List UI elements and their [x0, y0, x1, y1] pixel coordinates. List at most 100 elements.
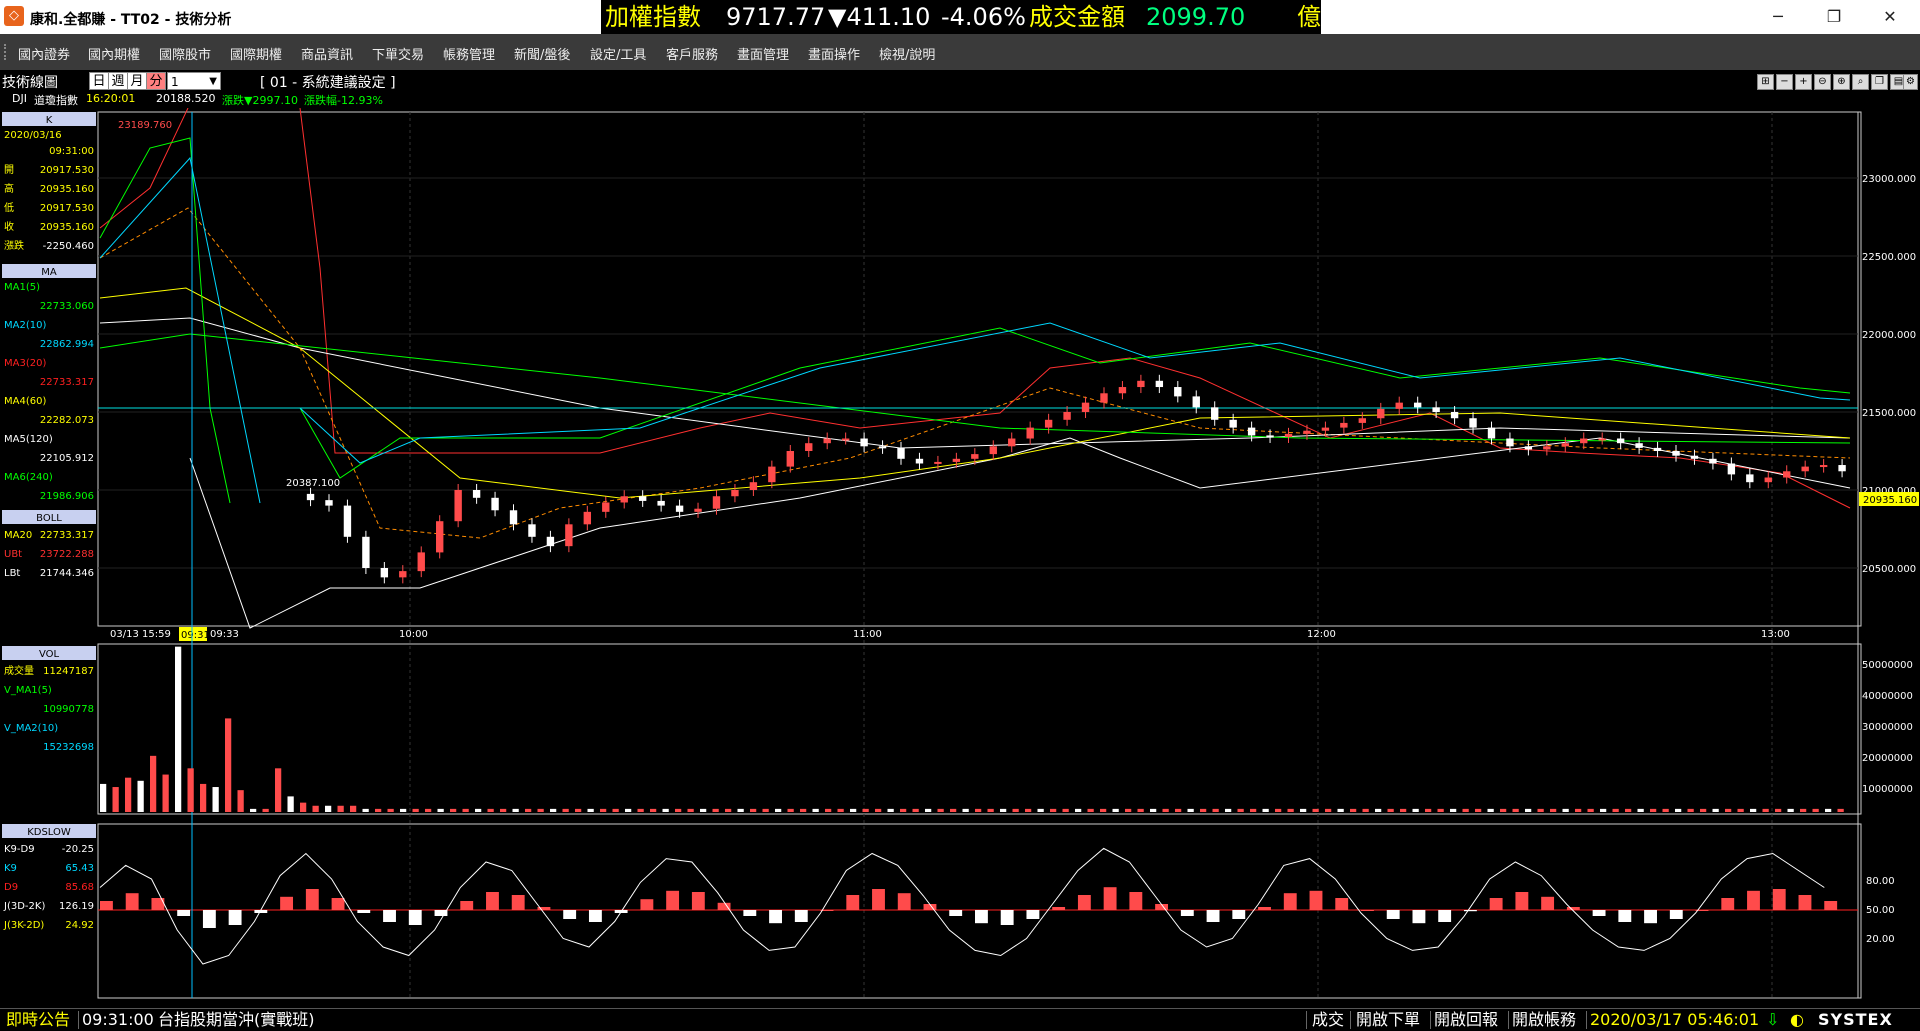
- candle: [1709, 458, 1717, 464]
- time-tick: 09:33: [210, 629, 239, 640]
- menu-item-domestic-futures[interactable]: 國內期權: [88, 44, 140, 63]
- zoom-out-icon[interactable]: ⊖: [1814, 74, 1831, 90]
- plus-icon[interactable]: +: [1795, 74, 1812, 90]
- volume-bar: [1700, 808, 1707, 812]
- trade-button[interactable]: 成交: [1312, 1009, 1344, 1031]
- candle: [989, 446, 997, 455]
- help-icon[interactable]: ◐: [1790, 1009, 1804, 1031]
- price-grid: [98, 177, 1858, 569]
- volume-bar: [800, 808, 807, 812]
- maximize-button[interactable]: ❐: [1806, 0, 1862, 34]
- notice-label: 即時公告: [6, 1010, 71, 1029]
- timeframe-week-button[interactable]: 週: [108, 72, 128, 90]
- kd-bar: [1361, 910, 1374, 911]
- k9-label: K9: [4, 863, 17, 874]
- menu-item-screen-mgmt[interactable]: 畫面管理: [737, 44, 789, 63]
- period-select[interactable]: 1 ▼: [167, 72, 221, 90]
- volume-bar: [1725, 808, 1732, 812]
- low-label: 20387.100: [286, 478, 340, 489]
- download-icon[interactable]: ⇩: [1766, 1009, 1779, 1031]
- volume-bar: [987, 808, 994, 812]
- symbol-change: 漲跌▼2997.10: [222, 94, 298, 107]
- volume-bar: [1187, 808, 1194, 812]
- notice-message[interactable]: 台指股期當沖(實戰班): [158, 1009, 315, 1031]
- timeframe-minute-button[interactable]: 分: [146, 72, 166, 90]
- vma2-label: V_MA2(10): [4, 723, 58, 734]
- open-order-button[interactable]: 開啟下單: [1356, 1009, 1420, 1031]
- candle: [380, 568, 389, 578]
- crosshair-icon[interactable]: ⊞: [1757, 74, 1774, 90]
- title-bar: ◇ 康和.全都賺 - TT02 - 技術分析 加權指數 9717.77 ▼411…: [0, 0, 1920, 34]
- volume-bar: [850, 808, 857, 812]
- vma1-label: V_MA1(5): [4, 685, 52, 696]
- kd-bar: [1000, 910, 1014, 925]
- menu-item-account-mgmt[interactable]: 帳務管理: [443, 44, 495, 63]
- menu-item-screen-ops[interactable]: 畫面操作: [808, 44, 860, 63]
- boll-low-label: LBt: [4, 568, 20, 579]
- candle: [712, 496, 721, 509]
- volume-bar: [912, 808, 919, 812]
- vol-tick: 20000000: [1862, 753, 1913, 764]
- setting-label[interactable]: [ 01 - 系統建議設定 ]: [260, 72, 396, 92]
- candle: [491, 497, 499, 511]
- ma6-label: MA6(240): [4, 472, 53, 483]
- timeframe-month-button[interactable]: 月: [127, 72, 147, 90]
- menu-item-product-info[interactable]: 商品資訊: [301, 44, 353, 63]
- volume-bar: [1000, 808, 1007, 812]
- boll-label: BOLL: [36, 513, 62, 524]
- menu-item-order-trade[interactable]: 下單交易: [372, 44, 424, 63]
- k-change-label: 漲跌: [4, 239, 24, 252]
- zoom-in-icon[interactable]: ⊕: [1833, 74, 1850, 90]
- candle: [675, 505, 684, 512]
- minus-icon[interactable]: −: [1776, 74, 1793, 90]
- volume-bar: [500, 808, 507, 812]
- volume-bar: [1712, 808, 1719, 812]
- menu-item-customer-service[interactable]: 客戶服務: [666, 44, 718, 63]
- volume-bar: [675, 808, 682, 812]
- settings-icon[interactable]: ⚙: [1903, 74, 1918, 90]
- candle: [546, 536, 555, 547]
- timeframe-day-button[interactable]: 日: [89, 72, 109, 90]
- menu-item-view-help[interactable]: 檢視/說明: [879, 44, 935, 63]
- menu-item-settings-tools[interactable]: 設定/工具: [590, 44, 646, 63]
- copy-icon[interactable]: ❐: [1871, 74, 1888, 90]
- kd-bar: [1747, 890, 1760, 910]
- candle: [934, 461, 942, 464]
- chart-toolbar: 技術線圖 日 週 月 分 1 ▼ [ 01 - 系統建議設定 ] DJI 道瓊指…: [0, 70, 1920, 108]
- volume-bar: [1537, 808, 1544, 812]
- menu-item-intl-stocks[interactable]: 國際股市: [159, 44, 211, 63]
- volume-bar: [287, 796, 294, 812]
- kd-bar: [975, 910, 988, 924]
- kd-bar: [1335, 898, 1349, 910]
- volume-bar: [1437, 808, 1444, 812]
- price-tick: 20500.000: [1862, 564, 1916, 575]
- menu-item-domestic-securities[interactable]: 國內證券: [18, 44, 70, 63]
- volume-bar: [525, 808, 532, 812]
- menu-item-intl-futures[interactable]: 國際期權: [230, 44, 282, 63]
- volume-bar: [1512, 808, 1519, 812]
- kd-bar: [897, 893, 911, 910]
- k-low-label: 低: [4, 201, 14, 214]
- volume-bar: [1525, 808, 1532, 812]
- search-icon[interactable]: ⌕: [1852, 74, 1869, 90]
- open-account-button[interactable]: 開啟帳務: [1512, 1009, 1576, 1031]
- volume-bar: [1550, 808, 1557, 812]
- kd-bar: [1592, 910, 1606, 916]
- volume-bar: [937, 808, 944, 812]
- candle: [1746, 474, 1754, 483]
- minimize-button[interactable]: ─: [1750, 0, 1806, 34]
- kd-bar: [1644, 910, 1657, 924]
- candle: [472, 490, 481, 498]
- close-button[interactable]: ✕: [1862, 0, 1918, 34]
- ma-label: MA: [41, 267, 57, 278]
- candle: [454, 490, 462, 522]
- time-first-date: 03/13 15:59: [110, 629, 171, 640]
- open-report-button[interactable]: 開啟回報: [1434, 1009, 1498, 1031]
- menu-item-news[interactable]: 新聞/盤後: [514, 44, 570, 63]
- volume-bar: [137, 780, 144, 812]
- ticker-price: 9717.77: [726, 3, 826, 31]
- ma4-label: MA4(60): [4, 396, 46, 407]
- volume-bar: [325, 805, 332, 812]
- volume-bar: [275, 768, 282, 812]
- technical-chart[interactable]: K 2020/03/16 09:31:00 開 20917.530 高 2093…: [0, 108, 1920, 1008]
